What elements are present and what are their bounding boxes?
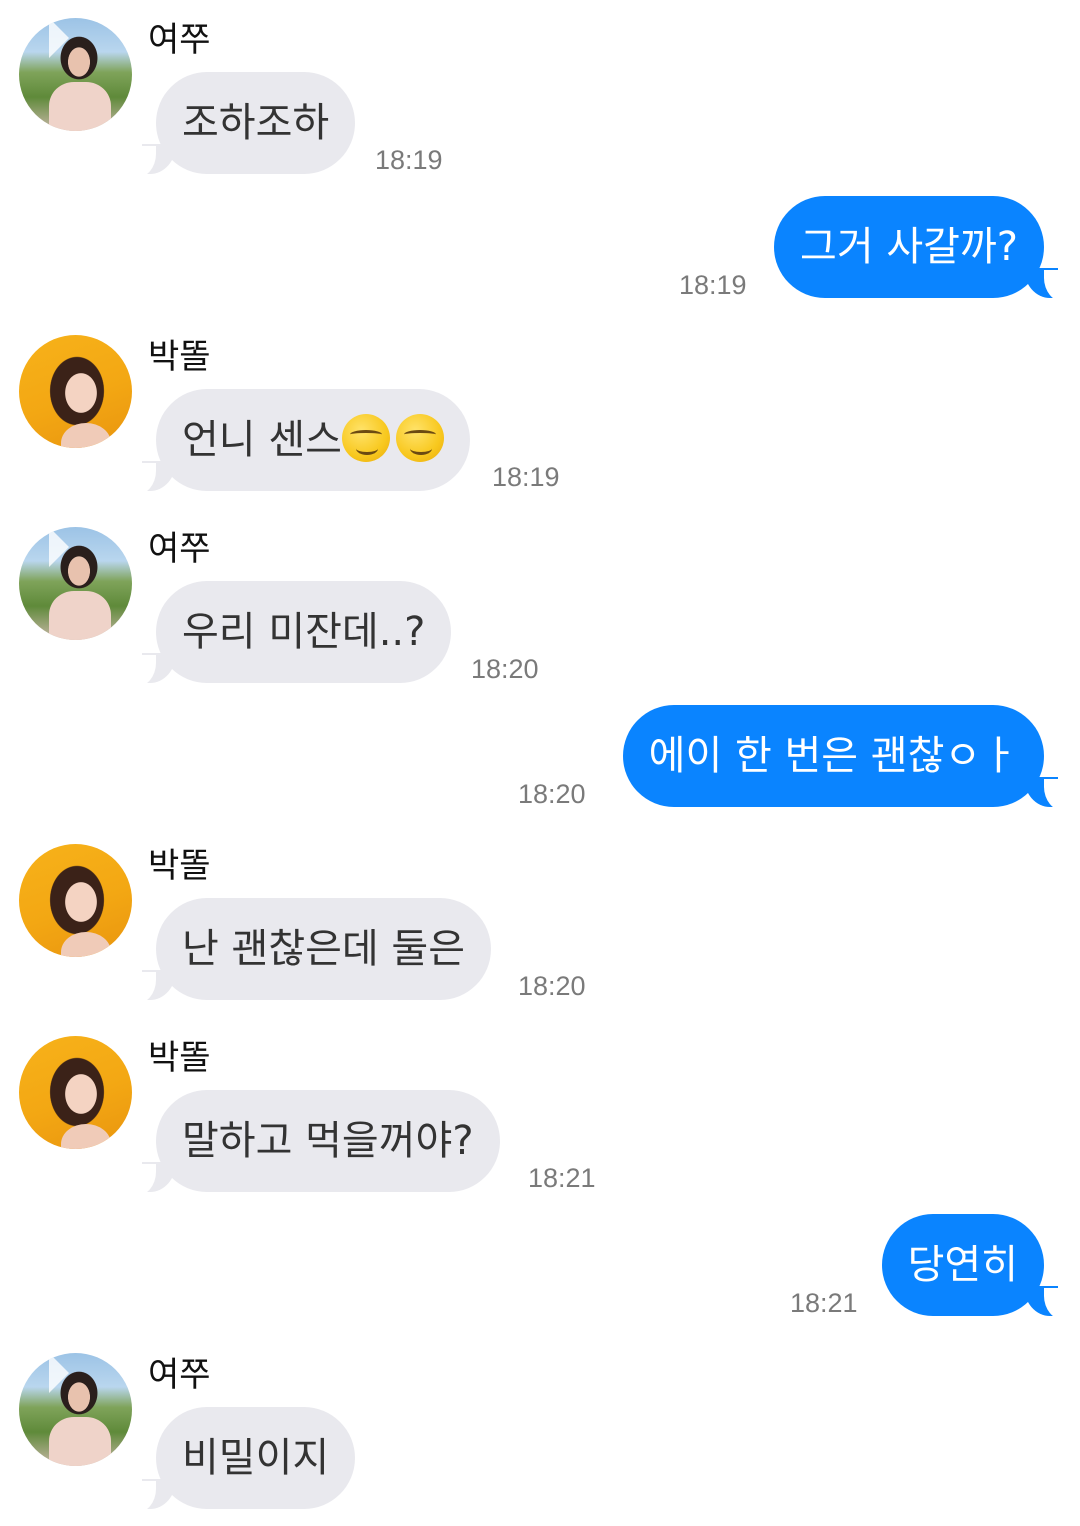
incoming-message-bubble[interactable]: 말하고 먹을꺼야? bbox=[130, 1090, 500, 1196]
avatar[interactable] bbox=[19, 1353, 132, 1466]
avatar[interactable] bbox=[19, 18, 132, 131]
incoming-message-bubble[interactable]: 우리 미잔데..? bbox=[129, 581, 452, 687]
incoming-message-bubble[interactable]: 비밀이지 bbox=[129, 1407, 356, 1513]
sender-name: 여쭈 bbox=[148, 1355, 211, 1395]
incoming-message-bubble[interactable]: 조하조하 bbox=[129, 72, 356, 178]
message-timestamp: 18:19 bbox=[375, 145, 443, 175]
smirking-face-icon bbox=[341, 414, 390, 462]
message-timestamp: 18:19 bbox=[679, 270, 747, 300]
sender-name: 박똘 bbox=[148, 337, 211, 377]
outgoing-message-bubble[interactable]: 당연히 bbox=[881, 1214, 1071, 1320]
sender-name: 박똘 bbox=[148, 1038, 211, 1078]
sender-name: 여쭈 bbox=[148, 20, 211, 60]
message-timestamp: 18:19 bbox=[492, 462, 560, 492]
incoming-message-bubble[interactable]: 언니 센스 bbox=[130, 389, 470, 495]
message-timestamp: 18:20 bbox=[518, 779, 586, 809]
sender-name: 박똘 bbox=[148, 846, 211, 886]
message-text: 언니 센스 bbox=[182, 417, 342, 463]
message-timestamp: 18:21 bbox=[790, 1288, 858, 1318]
avatar[interactable] bbox=[19, 1036, 132, 1149]
incoming-message-bubble[interactable]: 난 괜찮은데 둘은 bbox=[129, 898, 492, 1004]
message-timestamp: 18:20 bbox=[471, 654, 539, 684]
sender-name: 여쭈 bbox=[148, 529, 211, 569]
message-timestamp: 18:21 bbox=[528, 1163, 596, 1193]
outgoing-message-bubble[interactable]: 그거 사갈까? bbox=[774, 196, 1070, 302]
outgoing-message-bubble[interactable]: 에이 한 번은 괜찮ㅇㅏ bbox=[622, 705, 1071, 811]
avatar[interactable] bbox=[19, 335, 132, 448]
avatar[interactable] bbox=[19, 844, 132, 957]
avatar[interactable] bbox=[19, 527, 132, 640]
message-timestamp: 18:20 bbox=[518, 971, 586, 1001]
chat-thread: 여쭈 조하조하 18:19 그거 사갈까? 18:19 박똘 언니 센스 18:… bbox=[0, 0, 1080, 1526]
smirking-face-icon bbox=[395, 414, 444, 462]
